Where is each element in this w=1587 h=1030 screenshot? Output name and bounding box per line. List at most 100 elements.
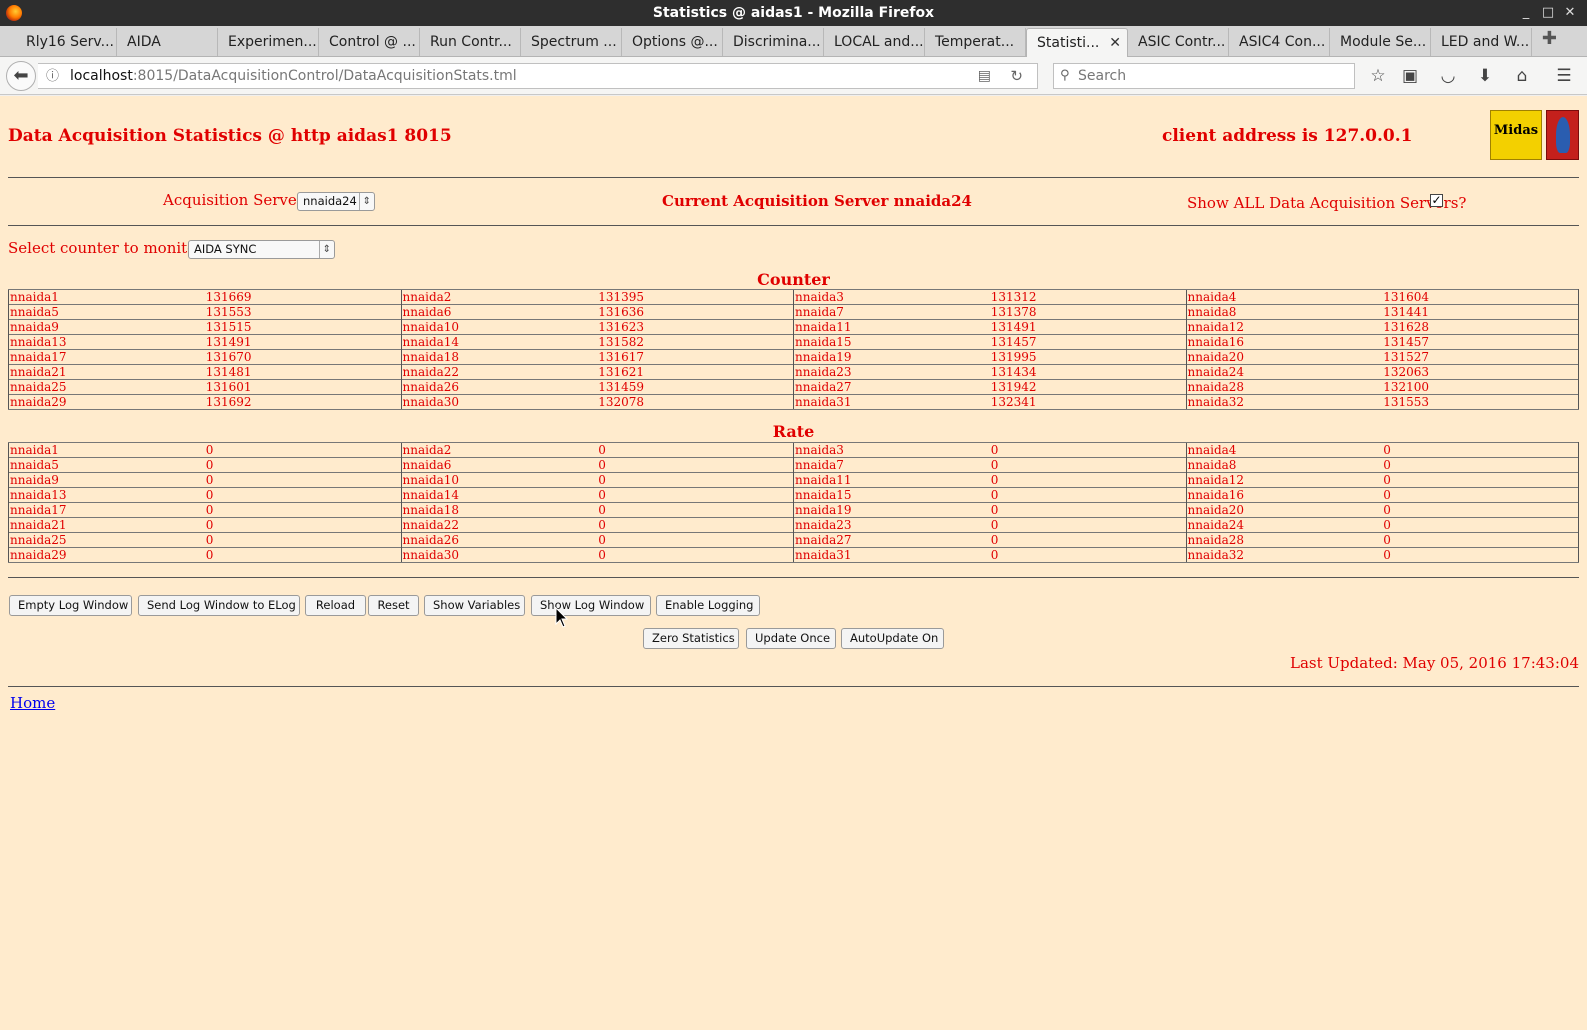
counter-node-name: nnaida24 bbox=[1185, 364, 1383, 380]
counter-node-name: nnaida8 bbox=[1185, 304, 1383, 320]
new-tab-icon[interactable]: ✚ bbox=[1542, 28, 1557, 49]
rate-value: 0 bbox=[989, 532, 1186, 548]
zero-statistics-button[interactable]: Zero Statistics bbox=[643, 628, 739, 649]
counter-node-name: nnaida3 bbox=[792, 289, 990, 305]
url-bar[interactable]: ⓘ localhost:8015/DataAcquisitionControl/… bbox=[38, 63, 1038, 89]
info-icon[interactable]: ⓘ bbox=[46, 65, 59, 89]
tab-discriminator[interactable]: Discrimina... bbox=[723, 28, 824, 56]
counter-row: nnaida13 131491 nnaida14 131582 nnaida15 1314… bbox=[7, 334, 1580, 350]
rate-node-name: nnaida8 bbox=[1185, 457, 1383, 473]
counter-value: 132063 bbox=[1382, 364, 1580, 380]
rate-node-name: nnaida21 bbox=[7, 517, 205, 533]
tab-asic-control[interactable]: ASIC Contr... bbox=[1128, 28, 1229, 56]
acquisition-servers-select[interactable]: nnaida24 ⇕ bbox=[297, 192, 375, 211]
tab-temperature[interactable]: Temperat... bbox=[925, 28, 1026, 56]
rate-node-name: nnaida3 bbox=[792, 442, 990, 458]
bookmark-star-icon[interactable]: ☆ bbox=[1366, 65, 1390, 87]
counter-node-name: nnaida23 bbox=[792, 364, 990, 380]
reload-button[interactable]: Reload bbox=[305, 595, 366, 616]
tab-statistics[interactable]: Statisti... ✕ bbox=[1026, 28, 1128, 58]
rate-node-name: nnaida27 bbox=[792, 532, 990, 548]
counter-value: 131692 bbox=[204, 394, 401, 410]
rate-node-name: nnaida23 bbox=[792, 517, 990, 533]
tab-asic4-control[interactable]: ASIC4 Con... bbox=[1229, 28, 1330, 56]
home-link[interactable]: Home bbox=[10, 694, 55, 712]
counter-node-name: nnaida30 bbox=[400, 394, 598, 410]
minimize-button[interactable]: _ bbox=[1515, 0, 1537, 26]
rate-table: nnaida1 0 nnaida2 0 nnaida3 0 nnaida4 0 nnaida5 0… bbox=[7, 442, 1580, 563]
search-placeholder: Search bbox=[1078, 68, 1127, 84]
counter-node-name: nnaida9 bbox=[7, 319, 205, 335]
midas-logo: Midas bbox=[1490, 110, 1542, 160]
counter-node-name: nnaida22 bbox=[400, 364, 598, 380]
rate-value: 0 bbox=[989, 442, 1186, 458]
tab-module-settings[interactable]: Module Se... bbox=[1330, 28, 1431, 56]
maximize-button[interactable]: □ bbox=[1537, 0, 1559, 26]
rate-node-name: nnaida20 bbox=[1185, 502, 1383, 518]
rate-node-name: nnaida18 bbox=[400, 502, 598, 518]
close-window-button[interactable]: ✕ bbox=[1559, 0, 1581, 26]
counter-value: 131459 bbox=[597, 379, 794, 395]
home-icon[interactable]: ⌂ bbox=[1510, 65, 1534, 87]
reset-button[interactable]: Reset bbox=[368, 595, 419, 616]
tab-spectrum[interactable]: Spectrum ... bbox=[521, 28, 622, 56]
counter-value: 131312 bbox=[989, 289, 1186, 305]
show-all-servers-checkbox[interactable]: ✓ bbox=[1430, 194, 1443, 207]
window-title: Statistics @ aidas1 - Mozilla Firefox bbox=[652, 5, 935, 21]
tab-control[interactable]: Control @ ... bbox=[319, 28, 420, 56]
back-button[interactable]: ⬅ bbox=[6, 61, 36, 91]
rate-value: 0 bbox=[204, 517, 401, 533]
reader-view-icon[interactable]: ▤ bbox=[978, 64, 991, 88]
enable-logging-button[interactable]: Enable Logging bbox=[656, 595, 760, 616]
counter-value: 131491 bbox=[989, 319, 1186, 335]
autoupdate-button[interactable]: AutoUpdate On bbox=[841, 628, 944, 649]
rate-value: 0 bbox=[597, 457, 794, 473]
counter-node-name: nnaida6 bbox=[400, 304, 598, 320]
tab-led[interactable]: LED and W... bbox=[1431, 28, 1532, 56]
empty-log-window-button[interactable]: Empty Log Window bbox=[9, 595, 132, 616]
counter-row: nnaida25 131601 nnaida26 131459 nnaida27 1319… bbox=[7, 379, 1580, 395]
counter-node-name: nnaida26 bbox=[400, 379, 598, 395]
tab-rly16[interactable]: Rly16 Serv... bbox=[16, 28, 117, 56]
url-path: :8015/DataAcquisitionControl/DataAcquisi… bbox=[132, 68, 517, 84]
rate-value: 0 bbox=[1382, 547, 1580, 563]
rate-node-name: nnaida1 bbox=[7, 442, 205, 458]
counter-node-name: nnaida20 bbox=[1185, 349, 1383, 365]
rate-node-name: nnaida11 bbox=[792, 472, 990, 488]
rate-node-name: nnaida17 bbox=[7, 502, 205, 518]
tab-run-control[interactable]: Run Contr... bbox=[420, 28, 521, 56]
send-log-to-elog-button[interactable]: Send Log Window to ELog bbox=[138, 595, 300, 616]
counter-value: 131621 bbox=[597, 364, 794, 380]
tab-statistics-label: Statisti... bbox=[1037, 35, 1100, 51]
update-once-button[interactable]: Update Once bbox=[746, 628, 836, 649]
tab-options[interactable]: Options @... bbox=[622, 28, 723, 56]
counter-select[interactable]: AIDA SYNC ⇕ bbox=[188, 240, 335, 259]
navigation-bar: ⬅ ⓘ localhost:8015/DataAcquisitionContro… bbox=[0, 57, 1587, 95]
rate-value: 0 bbox=[597, 547, 794, 563]
rate-value: 0 bbox=[204, 457, 401, 473]
tab-aida[interactable]: AIDA bbox=[117, 28, 218, 56]
download-icon[interactable]: ⬇ bbox=[1473, 65, 1497, 87]
page-content: Data Acquisition Statistics @ http aidas… bbox=[0, 96, 1587, 1030]
rate-value: 0 bbox=[597, 532, 794, 548]
tab-local[interactable]: LOCAL and... bbox=[824, 28, 925, 56]
counter-node-name: nnaida31 bbox=[792, 394, 990, 410]
menu-icon[interactable]: ☰ bbox=[1552, 65, 1576, 87]
reading-list-icon[interactable]: ▣ bbox=[1398, 65, 1422, 87]
counter-value: 131617 bbox=[597, 349, 794, 365]
tab-close-icon[interactable]: ✕ bbox=[1109, 29, 1121, 57]
rate-value: 0 bbox=[989, 487, 1186, 503]
counter-node-name: nnaida10 bbox=[400, 319, 598, 335]
pocket-icon[interactable]: ◡ bbox=[1436, 65, 1460, 87]
rate-value: 0 bbox=[1382, 517, 1580, 533]
tab-experiment[interactable]: Experimen... bbox=[218, 28, 319, 56]
counter-value: 131515 bbox=[204, 319, 401, 335]
acquisition-servers-value: nnaida24 bbox=[303, 194, 357, 208]
show-variables-button[interactable]: Show Variables bbox=[424, 595, 525, 616]
search-input[interactable]: ⚲ Search bbox=[1053, 63, 1355, 89]
reload-icon[interactable]: ↻ bbox=[1010, 64, 1023, 88]
counter-row: nnaida17 131670 nnaida18 131617 nnaida19 1319… bbox=[7, 349, 1580, 365]
show-log-window-button[interactable]: Show Log Window bbox=[531, 595, 651, 616]
rate-node-name: nnaida19 bbox=[792, 502, 990, 518]
counter-node-name: nnaida13 bbox=[7, 334, 205, 350]
